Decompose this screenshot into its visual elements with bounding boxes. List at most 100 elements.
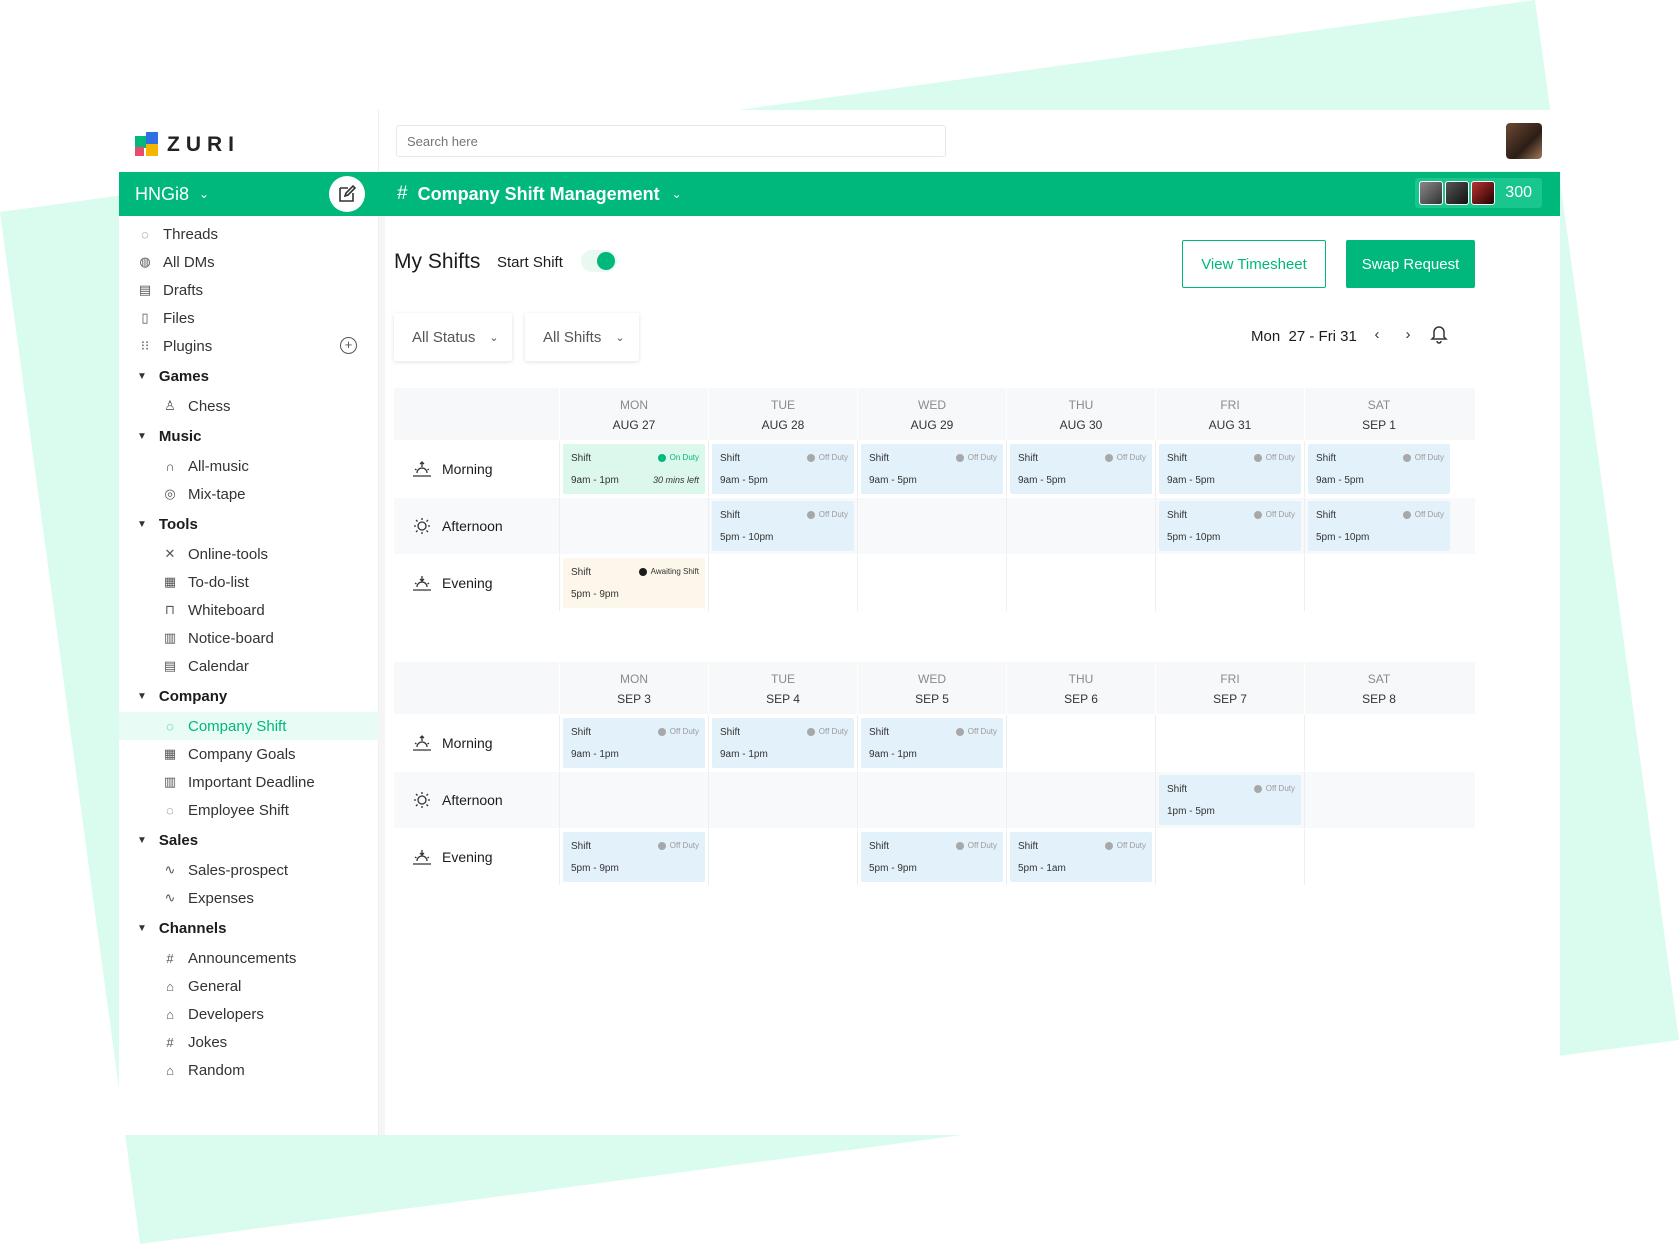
shift-card[interactable]: Shift 5pm - 10pm Off Duty <box>712 501 854 551</box>
sidebar-item-notice-board[interactable]: ▥ Notice-board <box>119 624 379 652</box>
status-text: Off Duty <box>1414 510 1444 519</box>
schedule-cell[interactable]: Shift 9am - 1pm Off Duty <box>857 715 1006 771</box>
compose-icon <box>339 184 357 202</box>
schedule-cell[interactable]: Shift 5pm - 9pm Off Duty <box>559 829 708 885</box>
status-dot-icon <box>806 453 815 462</box>
schedule-cell[interactable]: Shift 9am - 5pm Off Duty <box>1304 441 1453 497</box>
bell-icon[interactable] <box>1430 324 1448 344</box>
sidebar-item-developers[interactable]: ⌂ Developers <box>119 1000 379 1028</box>
workspace-header[interactable]: HNGi8 ⌄ <box>119 172 379 216</box>
sidebar-item-sales-prospect[interactable]: ∿ Sales-prospect <box>119 856 379 884</box>
sidebar-item-company-shift[interactable]: ◌ Company Shift <box>119 712 379 740</box>
sidebar-item-announcements[interactable]: # Announcements <box>119 944 379 972</box>
sidebar-section-games[interactable]: ▼ Games <box>119 360 379 392</box>
shift-card[interactable]: Shift 9am - 1pm Off Duty <box>712 718 854 768</box>
shift-card[interactable]: Shift 9am - 1pm On Duty 30 mins left <box>563 444 705 494</box>
chevron-left-icon[interactable]: ‹ <box>1370 326 1384 343</box>
add-plugin-icon[interactable]: + <box>340 337 357 354</box>
sidebar-item-all-dms[interactable]: ◍ All DMs <box>119 248 379 276</box>
status-text: Off Duty <box>669 727 699 736</box>
sidebar-section-company[interactable]: ▼ Company <box>119 680 379 712</box>
chevron-right-icon[interactable]: › <box>1401 326 1415 343</box>
sidebar-item-general[interactable]: ⌂ General <box>119 972 379 1000</box>
schedule-cell[interactable]: Shift 1pm - 5pm Off Duty <box>1155 772 1304 828</box>
sidebar-item-threads[interactable]: ◌ Threads <box>119 220 379 248</box>
shift-card[interactable]: Shift 5pm - 1am Off Duty <box>1010 832 1152 882</box>
sidebar-item-mix-tape[interactable]: ◎ Mix-tape <box>119 480 379 508</box>
sidebar-section-sales[interactable]: ▼ Sales <box>119 824 379 856</box>
schedule-header: MON AUG 27 TUE AUG 28 WED AUG 29 THU AUG 30 FRI A… <box>394 388 1475 440</box>
sidebar-item-important-deadline[interactable]: ▥ Important Deadline <box>119 768 379 796</box>
status-filter-dropdown[interactable]: All Status ⌄ <box>394 313 512 361</box>
user-avatar[interactable] <box>1506 123 1542 159</box>
shift-card[interactable]: Shift 5pm - 10pm Off Duty <box>1308 501 1450 551</box>
shift-card[interactable]: Shift 9am - 5pm Off Duty <box>1010 444 1152 494</box>
schedule-cell[interactable]: Shift 9am - 1pm Off Duty <box>559 715 708 771</box>
members-button[interactable]: 300 <box>1415 178 1542 208</box>
day-date: SEP 1 <box>1362 418 1396 432</box>
status-dot-icon <box>657 841 666 850</box>
shift-card[interactable]: Shift 5pm - 9pm Off Duty <box>861 832 1003 882</box>
status-badge: Off Duty <box>806 510 848 519</box>
schedule-cell[interactable]: Shift 5pm - 9pm Off Duty <box>857 829 1006 885</box>
lock-icon: ⌂ <box>166 1006 174 1022</box>
schedule-cell[interactable]: Shift 5pm - 9pm Awaiting Shift <box>559 555 708 611</box>
shift-card[interactable]: Shift 9am - 5pm Off Duty <box>1159 444 1301 494</box>
swap-request-button[interactable]: Swap Request <box>1346 240 1475 288</box>
todo-icon: ▦ <box>163 574 177 589</box>
caret-down-icon: ▼ <box>137 690 147 702</box>
sidebar-item-label: Plugins <box>163 337 213 355</box>
status-dot-icon <box>1402 453 1411 462</box>
schedule-week-1: MON AUG 27 TUE AUG 28 WED AUG 29 THU AUG 30 FRI A… <box>394 388 1475 611</box>
schedule-cell[interactable]: Shift 9am - 5pm Off Duty <box>1006 441 1155 497</box>
shift-card[interactable]: Shift 9am - 5pm Off Duty <box>1308 444 1450 494</box>
schedule-cell[interactable]: Shift 5pm - 10pm Off Duty <box>708 498 857 554</box>
schedule-cell[interactable]: Shift 9am - 1pm On Duty 30 mins left <box>559 441 708 497</box>
sidebar-item-files[interactable]: ▯ Files <box>119 304 379 332</box>
sidebar-item-whiteboard[interactable]: ⊓ Whiteboard <box>119 596 379 624</box>
start-shift-toggle[interactable] <box>581 250 617 272</box>
search-input[interactable] <box>396 125 946 157</box>
sidebar-item-to-do-list[interactable]: ▦ To-do-list <box>119 568 379 596</box>
sidebar-item-random[interactable]: ⌂ Random <box>119 1056 379 1084</box>
shift-card[interactable]: Shift 5pm - 9pm Off Duty <box>563 832 705 882</box>
schedule-cell[interactable]: Shift 5pm - 1am Off Duty <box>1006 829 1155 885</box>
shift-card[interactable]: Shift 9am - 1pm Off Duty <box>563 718 705 768</box>
shifts-filter-dropdown[interactable]: All Shifts ⌄ <box>525 313 639 361</box>
schedule-cell[interactable]: Shift 9am - 5pm Off Duty <box>857 441 1006 497</box>
shift-row-afternoon: Afternoon Shift 5pm - 10pm Off Duty Shift 5pm… <box>394 498 1475 554</box>
status-text: Off Duty <box>1265 453 1295 462</box>
sidebar-section-tools[interactable]: ▼ Tools <box>119 508 379 540</box>
status-badge: Off Duty <box>1253 784 1295 793</box>
shift-card[interactable]: Shift 5pm - 9pm Awaiting Shift <box>563 558 705 608</box>
member-avatar <box>1445 181 1470 205</box>
channel-header[interactable]: # Company Shift Management ⌄ 300 <box>379 172 1560 216</box>
status-badge: Off Duty <box>1253 510 1295 519</box>
view-timesheet-button[interactable]: View Timesheet <box>1182 240 1326 288</box>
shift-card[interactable]: Shift 5pm - 10pm Off Duty <box>1159 501 1301 551</box>
schedule-cell[interactable]: Shift 5pm - 10pm Off Duty <box>1304 498 1453 554</box>
sidebar-item-chess[interactable]: ♙ Chess <box>119 392 379 420</box>
sidebar-item-employee-shift[interactable]: ◌ Employee Shift <box>119 796 379 824</box>
shift-card[interactable]: Shift 9am - 1pm Off Duty <box>861 718 1003 768</box>
schedule-cell[interactable]: Shift 9am - 5pm Off Duty <box>708 441 857 497</box>
shift-card[interactable]: Shift 9am - 5pm Off Duty <box>712 444 854 494</box>
shift-card[interactable]: Shift 9am - 5pm Off Duty <box>861 444 1003 494</box>
sidebar-item-calendar[interactable]: ▤ Calendar <box>119 652 379 680</box>
compose-button[interactable] <box>329 176 365 212</box>
schedule-cell <box>1006 772 1155 828</box>
sidebar-item-drafts[interactable]: ▤ Drafts <box>119 276 379 304</box>
schedule-cell[interactable]: Shift 9am - 1pm Off Duty <box>708 715 857 771</box>
sidebar-item-jokes[interactable]: # Jokes <box>119 1028 379 1056</box>
sidebar-item-company-goals[interactable]: ▦ Company Goals <box>119 740 379 768</box>
sidebar-item-online-tools[interactable]: ✕ Online-tools <box>119 540 379 568</box>
shift-card[interactable]: Shift 1pm - 5pm Off Duty <box>1159 775 1301 825</box>
sidebar-section-music[interactable]: ▼ Music <box>119 420 379 452</box>
sidebar-item-expenses[interactable]: ∿ Expenses <box>119 884 379 912</box>
zuri-logo[interactable]: ZURI <box>135 128 240 162</box>
sidebar-section-channels[interactable]: ▼ Channels <box>119 912 379 944</box>
sidebar-item-plugins[interactable]: ⁝⁝ Plugins + <box>119 332 379 360</box>
sidebar-item-all-music[interactable]: ∩ All-music <box>119 452 379 480</box>
schedule-cell[interactable]: Shift 5pm - 10pm Off Duty <box>1155 498 1304 554</box>
schedule-cell[interactable]: Shift 9am - 5pm Off Duty <box>1155 441 1304 497</box>
